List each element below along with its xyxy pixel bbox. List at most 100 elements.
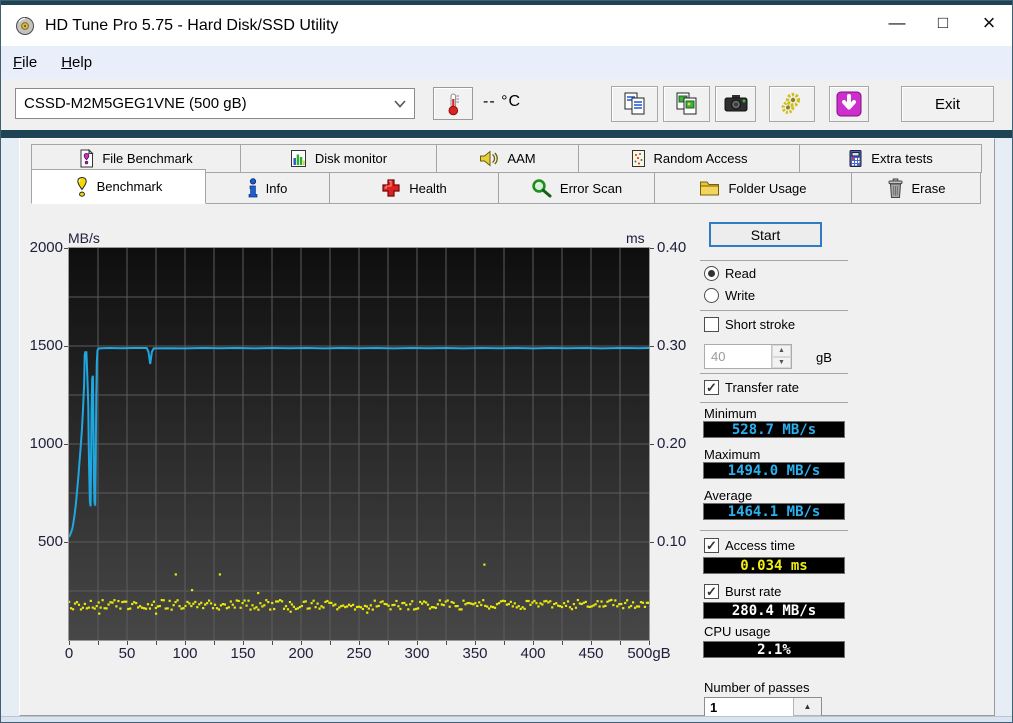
temperature-button[interactable]	[433, 87, 473, 120]
temperature-readout: -- °C	[483, 93, 521, 111]
axis-tick-label	[359, 641, 360, 645]
axis-tick-label	[301, 641, 302, 645]
app-icon	[16, 16, 34, 35]
average-value: 1464.1 MB/s	[703, 503, 845, 520]
axis-tick-label	[214, 641, 215, 645]
copy-text-icon	[624, 92, 644, 115]
capacity-spinner[interactable]: 40 ▲ ▼	[704, 344, 792, 369]
copy-text-button[interactable]	[611, 86, 658, 122]
separator	[700, 530, 848, 531]
capacity-value: 40	[711, 349, 726, 364]
axis-tick-label: 50	[118, 645, 136, 662]
separator	[700, 260, 848, 261]
info-icon	[248, 178, 258, 198]
folder-icon	[700, 181, 720, 196]
tab-row-primary: Benchmark Info Health Error Scan Folder …	[31, 169, 981, 204]
axis-tick-label: 0.40	[657, 239, 687, 256]
tab-benchmark[interactable]: Benchmark	[31, 169, 206, 204]
titlebar: HD Tune Pro 5.75 - Hard Disk/SSD Utility	[1, 5, 1012, 46]
axis-tick-label	[64, 346, 68, 347]
average-label: Average	[704, 488, 753, 503]
access-time-row[interactable]: ✓ Access time	[704, 538, 795, 553]
axis-tick-label: 150	[230, 645, 256, 662]
axis-tick-label	[64, 444, 68, 445]
burst-rate-label: Burst rate	[725, 584, 782, 599]
axis-tick-label	[156, 641, 157, 645]
capacity-spin-buttons[interactable]: ▲ ▼	[771, 345, 791, 368]
settings-gears-icon	[781, 92, 801, 114]
benchmark-icon	[76, 176, 87, 197]
copy-image-button[interactable]	[663, 86, 710, 122]
short-stroke-label: Short stroke	[725, 317, 796, 332]
transfer-rate-label: Transfer rate	[725, 380, 799, 395]
axis-tick-label	[591, 641, 592, 645]
read-label: Read	[725, 266, 757, 281]
write-radio[interactable]	[704, 288, 719, 303]
tab-aam[interactable]: AAM	[436, 144, 579, 173]
save-button[interactable]	[829, 86, 869, 122]
axis-tick-label	[533, 641, 534, 645]
short-stroke-row[interactable]: Short stroke	[704, 317, 795, 332]
access-time-label: Access time	[725, 538, 796, 553]
axis-tick-label	[388, 641, 389, 645]
access-time-checkbox[interactable]: ✓	[704, 538, 719, 553]
tab-info[interactable]: Info	[205, 172, 330, 204]
write-label: Write	[725, 288, 756, 303]
tab-extra-tests[interactable]: Extra tests	[799, 144, 982, 173]
axis-tick-label: 0	[64, 645, 74, 662]
read-radio[interactable]	[704, 266, 719, 281]
options-button[interactable]	[769, 86, 815, 122]
axis-tick-label: 0.10	[657, 533, 687, 550]
minimum-label: Minimum	[704, 406, 757, 421]
magnifier-icon	[532, 179, 552, 198]
maximum-value: 1494.0 MB/s	[703, 462, 845, 479]
tab-health[interactable]: Health	[329, 172, 499, 204]
health-cross-icon	[382, 179, 400, 197]
tab-random-access[interactable]: Random Access	[578, 144, 800, 173]
passes-spin-up[interactable]: ▲	[793, 698, 821, 716]
transfer-rate-checkbox[interactable]: ✓	[704, 380, 719, 395]
maximize-button[interactable]: □	[920, 5, 966, 41]
exit-button[interactable]: Exit	[901, 86, 994, 122]
axis-tick-label	[650, 248, 654, 249]
file-benchmark-icon	[80, 149, 95, 168]
save-download-icon	[836, 91, 862, 117]
benchmark-chart-plot	[68, 247, 650, 641]
menu-help[interactable]: Help	[49, 46, 104, 79]
transfer-rate-row[interactable]: ✓ Transfer rate	[704, 380, 799, 395]
read-radio-row[interactable]: Read	[704, 266, 756, 281]
short-stroke-checkbox[interactable]	[704, 317, 719, 332]
hdtune-window: HD Tune Pro 5.75 - Hard Disk/SSD Utility…	[0, 0, 1013, 723]
screenshot-button[interactable]	[715, 86, 756, 122]
tab-label: Info	[265, 180, 288, 196]
menu-file[interactable]: File	[1, 46, 49, 79]
spin-down-icon[interactable]: ▼	[772, 356, 791, 368]
burst-rate-row[interactable]: ✓ Burst rate	[704, 584, 781, 599]
tab-error-scan[interactable]: Error Scan	[498, 172, 655, 204]
window-bottom-border	[1, 716, 1012, 722]
spin-up-icon[interactable]: ▲	[772, 345, 791, 357]
close-button[interactable]: ×	[966, 5, 1012, 41]
burst-rate-checkbox[interactable]: ✓	[704, 584, 719, 599]
chevron-down-icon	[394, 99, 406, 108]
axis-tick-label	[69, 641, 70, 645]
write-radio-row[interactable]: Write	[704, 288, 755, 303]
menubar: File Help	[1, 46, 1012, 79]
maximum-label: Maximum	[704, 447, 761, 462]
minimize-button[interactable]: —	[874, 5, 920, 41]
axis-tick-label	[272, 641, 273, 645]
passes-spinner[interactable]: 1 ▲	[704, 697, 822, 717]
drive-select-value: CSSD-M2M5GEG1VNE (500 gB)	[24, 95, 247, 112]
tab-disk-monitor[interactable]: Disk monitor	[240, 144, 437, 173]
trash-icon	[888, 178, 903, 198]
axis-tick-label: 2000	[29, 239, 63, 256]
tab-erase[interactable]: Erase	[851, 172, 981, 204]
thermometer-icon	[448, 93, 459, 115]
axis-tick-label: 200	[288, 645, 314, 662]
start-button[interactable]: Start	[709, 222, 822, 247]
tab-folder-usage[interactable]: Folder Usage	[654, 172, 852, 204]
tab-label: Disk monitor	[314, 151, 388, 166]
axis-tick-label	[562, 641, 563, 645]
temperature-value: --	[483, 93, 496, 110]
drive-select[interactable]: CSSD-M2M5GEG1VNE (500 gB)	[15, 88, 415, 119]
